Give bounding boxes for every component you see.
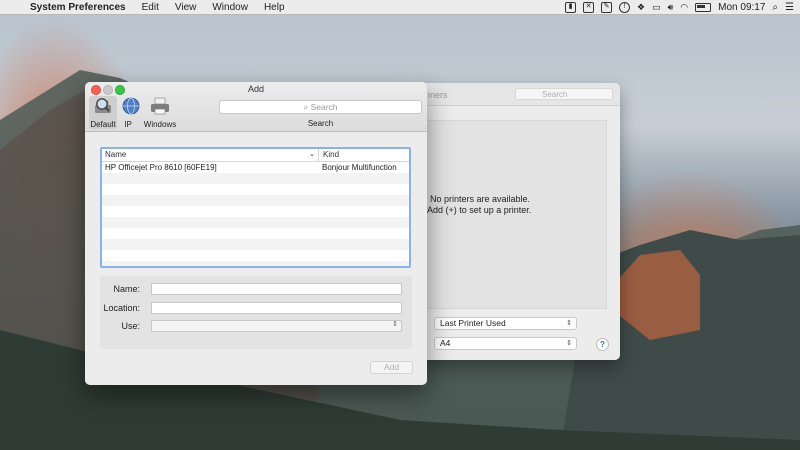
add-search-placeholder: Search (310, 102, 338, 112)
globe-icon (122, 97, 140, 115)
add-printer-window: Add Default IP Windows ⌕ Search Search N… (85, 82, 427, 385)
use-label: Use: (121, 321, 140, 331)
table-row-empty (102, 184, 409, 195)
table-row-empty (102, 239, 409, 250)
volume-icon[interactable]: 🔊︎ (668, 2, 674, 13)
column-name-header[interactable]: Name ⌄ (102, 149, 319, 161)
paper-size-value: A4 (440, 338, 451, 348)
column-kind-header[interactable]: Kind (319, 149, 339, 161)
toolbar-windows-label: Windows (143, 120, 177, 129)
search-icon: ⌕ (303, 102, 311, 112)
toolbar-ip[interactable]: IP (120, 96, 140, 129)
menu-help[interactable]: Help (256, 2, 293, 13)
chevron-updown-icon: ⇕ (392, 321, 398, 328)
table-body: HP Officejet Pro 8610 [60FE19] Bonjour M… (102, 162, 409, 266)
spotlight-icon[interactable]: ⌕ (772, 2, 778, 13)
menu-app-name[interactable]: System Preferences (24, 2, 134, 13)
clock[interactable]: Mon 09:17 (718, 2, 765, 13)
dropbox-icon[interactable]: ❖ (637, 2, 645, 13)
name-label: Name: (113, 284, 140, 294)
no-printers-message: No printers are available. (430, 194, 531, 204)
table-row-empty (102, 195, 409, 206)
add-button[interactable]: Add (370, 361, 413, 374)
menu-window[interactable]: Window (204, 2, 256, 13)
printer-browser-table[interactable]: Name ⌄ Kind HP Officejet Pro 8610 [60FE1… (100, 147, 411, 268)
printers-search-field[interactable]: Search (515, 88, 613, 100)
menu-view[interactable]: View (167, 2, 205, 13)
table-row-empty (102, 228, 409, 239)
column-name-label: Name (105, 150, 127, 159)
wifi-icon[interactable]: ◠ (680, 2, 688, 13)
location-label: Location: (103, 303, 140, 313)
printers-window-title: nners (425, 90, 448, 100)
status-icon-4[interactable]: ! (619, 1, 631, 13)
default-printer-value: Last Printer Used (440, 318, 506, 328)
printers-titlebar: nners Search (416, 83, 620, 106)
table-row-empty (102, 261, 409, 266)
table-header: Name ⌄ Kind (102, 149, 409, 162)
printer-kind-cell: Bonjour Multifunction (322, 163, 397, 172)
sort-chevron-icon: ⌄ (309, 151, 315, 158)
printer-details-form: Name: Location: Use: ⇕ (100, 276, 412, 349)
toolbar-ip-label: IP (124, 120, 132, 129)
airplay-icon[interactable]: ▭ (652, 2, 661, 13)
table-row-empty (102, 206, 409, 217)
chevron-updown-icon: ⇕ (566, 340, 572, 347)
printer-name-cell: HP Officejet Pro 8610 [60FE19] (105, 163, 217, 172)
table-row-empty (102, 250, 409, 261)
add-window-title: Add (247, 84, 264, 94)
name-field[interactable] (151, 283, 402, 295)
add-search-field[interactable]: ⌕ Search (219, 100, 422, 114)
toolbar-windows[interactable]: Windows (143, 96, 177, 129)
status-icon-1[interactable]: ▮ (565, 1, 577, 13)
default-printer-popup[interactable]: Last Printer Used ⇕ (434, 317, 577, 330)
notification-center-icon[interactable]: ☰ (785, 2, 794, 13)
menu-edit[interactable]: Edit (134, 2, 167, 13)
table-row[interactable]: HP Officejet Pro 8610 [60FE19] Bonjour M… (102, 162, 409, 173)
toolbar-default[interactable]: Default (89, 96, 117, 129)
use-driver-popup[interactable]: ⇕ (151, 320, 402, 332)
location-field[interactable] (151, 302, 402, 314)
search-toolbar-label: Search (307, 119, 334, 128)
table-row-empty (102, 217, 409, 228)
battery-icon[interactable] (695, 2, 712, 12)
paper-size-popup[interactable]: A4 ⇕ (434, 337, 577, 350)
menu-bar: System Preferences Edit View Window Help… (0, 0, 800, 15)
chevron-updown-icon: ⇕ (566, 320, 572, 327)
desktop: { "menubar": { "app_name": "System Prefe… (0, 0, 800, 450)
printer-icon (151, 97, 169, 115)
add-printer-hint: ck Add (+) to set up a printer. (416, 205, 532, 215)
toolbar-default-label: Default (90, 120, 116, 129)
status-icon-2[interactable]: ✕ (583, 1, 595, 13)
add-window-toolbar: Add Default IP Windows ⌕ Search Search (85, 82, 427, 132)
magnifier-printer-icon (95, 98, 111, 113)
evernote-icon[interactable]: ✎ (601, 1, 613, 13)
printers-scanners-window: nners Search No printers are available. … (416, 83, 620, 360)
menu-extras: ▮ ✕ ✎ ! ❖ ▭ 🔊︎ ◠ Mon 09:17 ⌕ ☰ (565, 0, 794, 14)
help-button[interactable]: ? (596, 338, 609, 351)
table-row-empty (102, 173, 409, 184)
